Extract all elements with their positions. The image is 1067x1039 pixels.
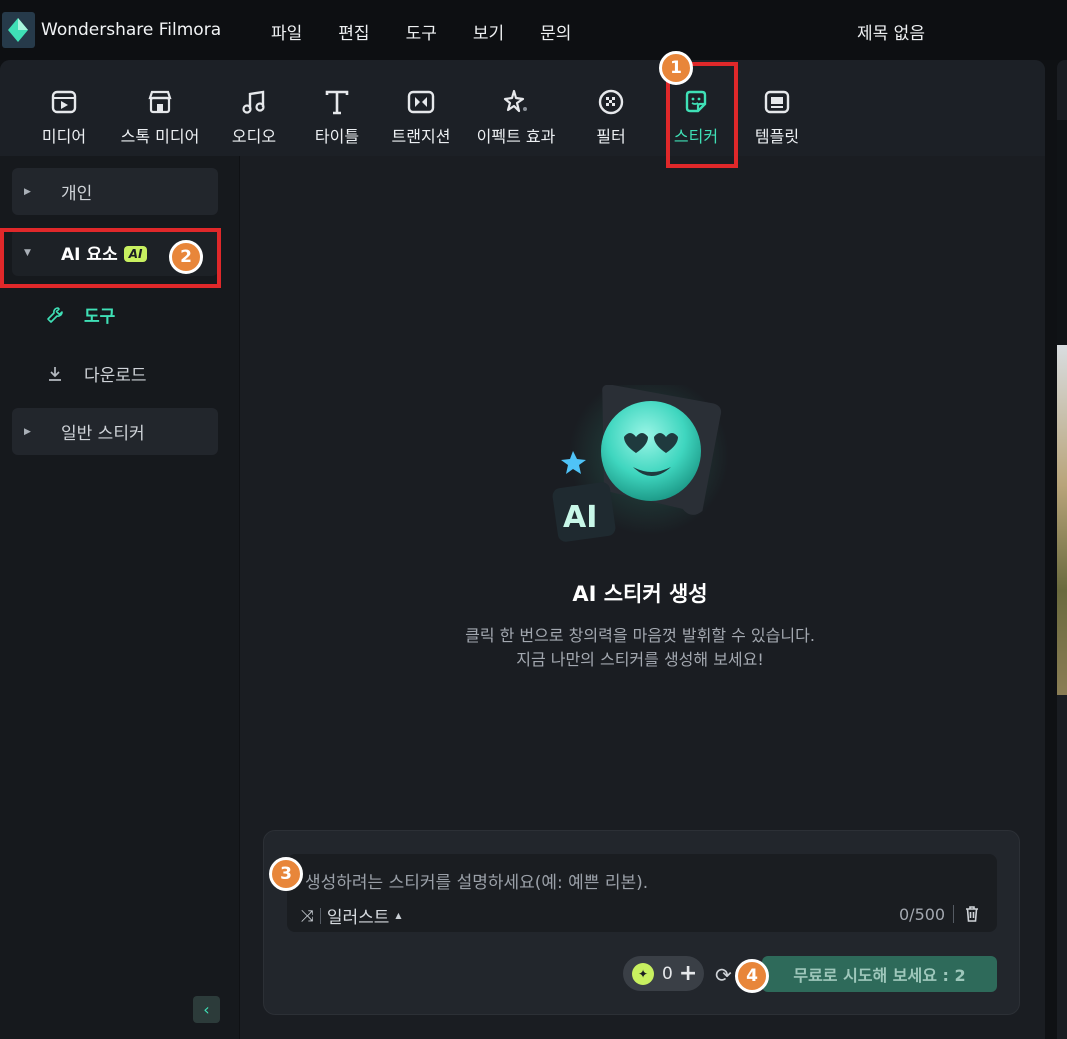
annotation-badge-2: 2	[169, 240, 203, 274]
annotation-badge-4: 4	[735, 959, 769, 993]
menu-file[interactable]: 파일	[271, 19, 302, 44]
text-t-icon	[321, 86, 353, 118]
prompt-placeholder: 생성하려는 스티커를 설명하세요(예: 예쁜 리본).	[305, 873, 649, 893]
sidebar-general-stickers-label: 일반 스티커	[61, 424, 145, 444]
char-counter: 0/500	[899, 905, 946, 924]
menu-tools[interactable]: 도구	[406, 19, 437, 44]
music-note-icon	[238, 86, 270, 118]
sidebar-personal-label: 개인	[61, 184, 93, 204]
try-free-button[interactable]: 무료로 시도해 보세요 : 2	[762, 956, 997, 992]
caret-right-icon: ▶	[24, 186, 31, 197]
hero-ai-text: AI	[563, 500, 597, 535]
filter-icon	[595, 86, 627, 118]
toolbar-stock-media-label: 스톡 미디어	[120, 127, 200, 146]
media-toolbar: 미디어 스톡 미디어 오디오 타이틀 트랜지션 이펙트 효과 필터 스티커 템플…	[0, 60, 1045, 156]
preview-dark-area	[1057, 120, 1067, 345]
toolbar-stock-media[interactable]: 스톡 미디어	[110, 86, 210, 147]
document-title: 제목 없음	[857, 24, 925, 44]
menu-help[interactable]: 문의	[540, 19, 571, 44]
menu-bar: 파일 편집 도구 보기 문의	[271, 19, 607, 44]
app-name: Wondershare Filmora	[41, 20, 222, 40]
sidebar-tools-label: 도구	[84, 307, 116, 327]
style-label: 일러스트	[326, 908, 390, 928]
caret-right-icon: ▶	[24, 426, 31, 437]
credits-pill[interactable]: ✦ 0 +	[623, 956, 704, 991]
toolbar-effects-label: 이펙트 효과	[476, 127, 556, 146]
title-bar: Wondershare Filmora 파일 편집 도구 보기 문의 제목 없음	[0, 0, 1067, 60]
trash-icon[interactable]	[962, 904, 982, 924]
hero-subtitle-line1: 클릭 한 번으로 창의력을 마음껏 발휘할 수 있습니다.	[465, 626, 815, 645]
menu-edit[interactable]: 편집	[338, 19, 369, 44]
toolbar-titles-label: 타이틀	[314, 127, 360, 146]
toolbar-audio-label: 오디오	[231, 127, 277, 146]
sidebar-item-download[interactable]: 다운로드	[46, 361, 147, 386]
add-credits-icon[interactable]: +	[679, 961, 697, 986]
ai-sticker-hero-icon: AI	[552, 385, 729, 542]
transition-icon	[405, 86, 437, 118]
preview-image	[1057, 345, 1067, 695]
menu-view[interactable]: 보기	[473, 19, 504, 44]
collapse-sidebar-button[interactable]: ‹	[193, 996, 220, 1023]
store-icon	[144, 86, 176, 118]
refresh-icon[interactable]: ⟳	[715, 963, 732, 987]
toolbar-transitions-label: 트랜지션	[391, 127, 451, 146]
annotation-badge-3: 3	[269, 857, 303, 891]
toolbar-media-label: 미디어	[41, 127, 87, 146]
sidebar-item-general-stickers[interactable]: ▶ 일반 스티커	[12, 408, 218, 455]
hero-title: AI 스티커 생성	[572, 582, 708, 606]
counter-separator	[953, 905, 954, 923]
wrench-icon	[47, 306, 63, 323]
style-separator	[319, 907, 321, 924]
template-icon	[761, 86, 793, 118]
sidebar-item-personal[interactable]: ▶ 개인	[12, 168, 218, 215]
sidebar-item-tools[interactable]: 도구	[46, 302, 115, 327]
sidebar-download-label: 다운로드	[84, 366, 147, 386]
style-selector[interactable]: ⤨ 일러스트 ▲	[301, 903, 402, 929]
credit-coin-icon: ✦	[632, 962, 654, 985]
shuffle-icon[interactable]: ⤨	[301, 906, 314, 926]
credits-count: 0	[662, 963, 673, 984]
annotation-badge-1: 1	[659, 51, 693, 85]
sparkle-effect-icon	[500, 86, 532, 118]
download-icon	[49, 366, 61, 381]
caret-up-icon: ▲	[395, 911, 402, 920]
toolbar-transitions[interactable]: 트랜지션	[371, 86, 471, 147]
toolbar-media[interactable]: 미디어	[14, 86, 114, 147]
toolbar-templates[interactable]: 템플릿	[727, 86, 827, 147]
toolbar-templates-label: 템플릿	[754, 127, 800, 146]
toolbar-filters-label: 필터	[596, 127, 626, 146]
hero-subtitle-line2: 지금 나만의 스티커를 생성해 보세요!	[516, 650, 764, 669]
media-icon	[48, 86, 80, 118]
filmora-logo-icon	[2, 12, 35, 48]
toolbar-effects[interactable]: 이펙트 효과	[466, 86, 566, 147]
